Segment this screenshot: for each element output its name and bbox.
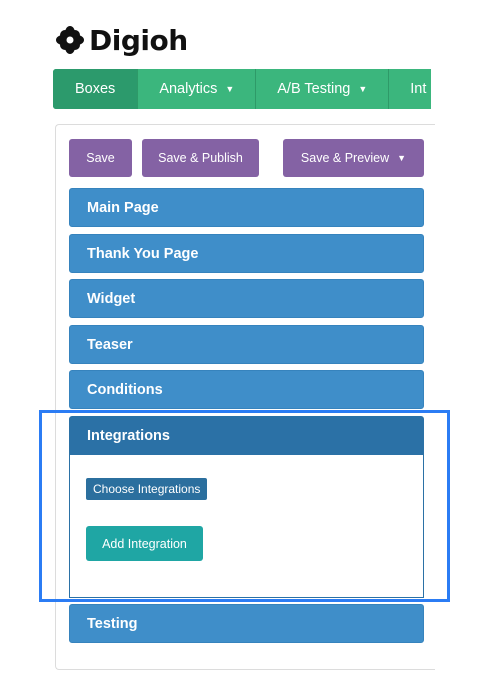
nav-item-boxes[interactable]: Boxes [53,69,139,109]
main-nav: Boxes Analytics ▼ A/B Testing ▼ Int [53,69,431,109]
digioh-logo-icon [56,26,84,54]
caret-down-icon: ▼ [225,84,235,94]
caret-down-icon: ▼ [397,153,407,163]
section-main-page[interactable]: Main Page [69,188,424,227]
save-preview-label: Save & Preview [300,151,390,165]
brand-name: Digioh [89,23,188,57]
save-publish-button[interactable]: Save & Publish [142,139,259,177]
add-integration-button[interactable]: Add Integration [86,526,203,561]
section-testing[interactable]: Testing [69,604,424,643]
nav-item-analytics[interactable]: Analytics ▼ [138,69,257,109]
section-integrations[interactable]: Integrations [69,416,424,455]
nav-item-label: Int [410,81,427,97]
nav-item-ab-testing[interactable]: A/B Testing ▼ [256,69,390,109]
choose-integrations-button[interactable]: Choose Integrations [86,478,208,500]
caret-down-icon: ▼ [358,84,368,94]
nav-item-label: Analytics [159,81,218,97]
section-conditions[interactable]: Conditions [69,370,424,409]
save-button[interactable]: Save [69,139,132,177]
section-thank-you-page[interactable]: Thank You Page [69,234,424,273]
section-widget[interactable]: Widget [69,279,424,318]
section-teaser[interactable]: Teaser [69,325,424,364]
nav-item-label: A/B Testing [277,81,351,97]
nav-item-integrations[interactable]: Int [389,69,431,109]
save-preview-button[interactable]: Save & Preview ▼ [283,139,424,177]
nav-item-label: Boxes [75,81,116,97]
brand-logo[interactable]: Digioh [55,20,188,60]
